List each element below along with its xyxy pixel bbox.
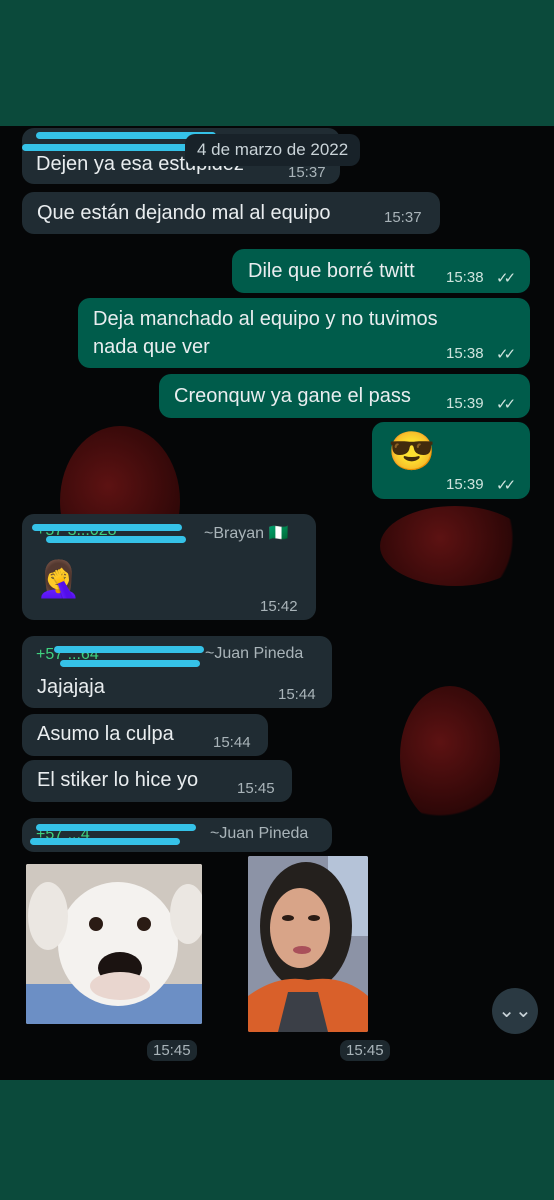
message-incoming[interactable]: +57 ...64 ~Juan Pineda Jajajaja 15:44 bbox=[22, 636, 332, 708]
redaction-scribble bbox=[30, 838, 180, 845]
message-time: 15:38 bbox=[446, 269, 484, 286]
sender-name: ~Brayan 🇳🇬 bbox=[204, 525, 289, 542]
sunglasses-emoji-icon: 😎 bbox=[388, 431, 436, 473]
facepalm-emoji-icon: 🤦‍♀️ bbox=[36, 558, 81, 599]
date-pill: 4 de marzo de 2022 bbox=[185, 134, 361, 166]
sender-header: +57 ...4 ~Juan Pineda bbox=[22, 818, 332, 852]
double-chevron-down-icon: ⌄⌄ bbox=[498, 1000, 532, 1022]
wallpaper-shape bbox=[380, 506, 530, 586]
dog-icon bbox=[26, 864, 202, 1024]
message-incoming[interactable]: El stiker lo hice yo 15:45 bbox=[22, 760, 292, 802]
message-text: Creonquw ya gane el pass bbox=[174, 385, 411, 407]
message-time: 15:45 bbox=[237, 780, 275, 797]
message-text: Dile que borré twitt bbox=[248, 260, 415, 282]
message-time: 15:42 bbox=[260, 598, 298, 615]
image-time: 15:45 bbox=[147, 1040, 197, 1061]
message-text: Asumo la culpa bbox=[37, 723, 174, 745]
read-receipt-icon: ✓✓ bbox=[496, 270, 516, 287]
redaction-scribble bbox=[46, 536, 186, 543]
message-time: 15:44 bbox=[278, 686, 316, 703]
image-time: 15:45 bbox=[340, 1040, 390, 1061]
scroll-to-bottom-button[interactable]: ⌄⌄ bbox=[492, 988, 538, 1034]
message-text: Jajajaja bbox=[37, 676, 105, 698]
message-time: 15:39 bbox=[446, 476, 484, 493]
dog-sticker-image[interactable] bbox=[26, 864, 202, 1024]
top-band bbox=[0, 0, 554, 126]
message-outgoing-emoji[interactable]: 😎 15:39 ✓✓ bbox=[372, 422, 530, 499]
read-receipt-icon: ✓✓ bbox=[496, 346, 516, 363]
redaction-scribble bbox=[22, 144, 192, 151]
message-time: 15:38 bbox=[446, 345, 484, 362]
message-outgoing[interactable]: Creonquw ya gane el pass 15:39 ✓✓ bbox=[159, 374, 530, 418]
message-time: 15:44 bbox=[213, 734, 251, 751]
sender-name: ~Juan Pineda bbox=[210, 825, 309, 842]
redaction-scribble bbox=[32, 524, 182, 531]
redaction-scribble bbox=[54, 646, 204, 653]
message-text: El stiker lo hice yo bbox=[37, 769, 199, 791]
bottom-band bbox=[0, 1080, 554, 1200]
sender-name: ~Juan Pineda bbox=[205, 645, 304, 662]
message-incoming[interactable]: +57 3...028 ~Brayan 🇳🇬 🤦‍♀️ 15:42 bbox=[22, 514, 316, 620]
message-text-line2: nada que ver bbox=[93, 336, 210, 358]
read-receipt-icon: ✓✓ bbox=[496, 477, 516, 494]
message-time: 15:39 bbox=[446, 395, 484, 412]
message-time: 15:37 bbox=[288, 164, 326, 181]
person-photo-icon bbox=[248, 856, 368, 1032]
redaction-scribble bbox=[60, 660, 200, 667]
message-outgoing[interactable]: Dile que borré twitt 15:38 ✓✓ bbox=[232, 249, 530, 293]
wallpaper-shape bbox=[400, 686, 500, 826]
message-incoming[interactable]: Asumo la culpa 15:44 bbox=[22, 714, 268, 756]
message-text-line1: Deja manchado al equipo y no tuvimos bbox=[93, 308, 438, 330]
message-incoming[interactable]: Que están dejando mal al equipo 15:37 bbox=[22, 192, 440, 234]
message-outgoing[interactable]: Deja manchado al equipo y no tuvimos nad… bbox=[78, 298, 530, 368]
redaction-scribble bbox=[36, 824, 196, 831]
person-photo-image[interactable] bbox=[248, 856, 368, 1032]
read-receipt-icon: ✓✓ bbox=[496, 396, 516, 413]
message-text: Que están dejando mal al equipo bbox=[37, 202, 331, 224]
message-time: 15:37 bbox=[384, 209, 422, 226]
